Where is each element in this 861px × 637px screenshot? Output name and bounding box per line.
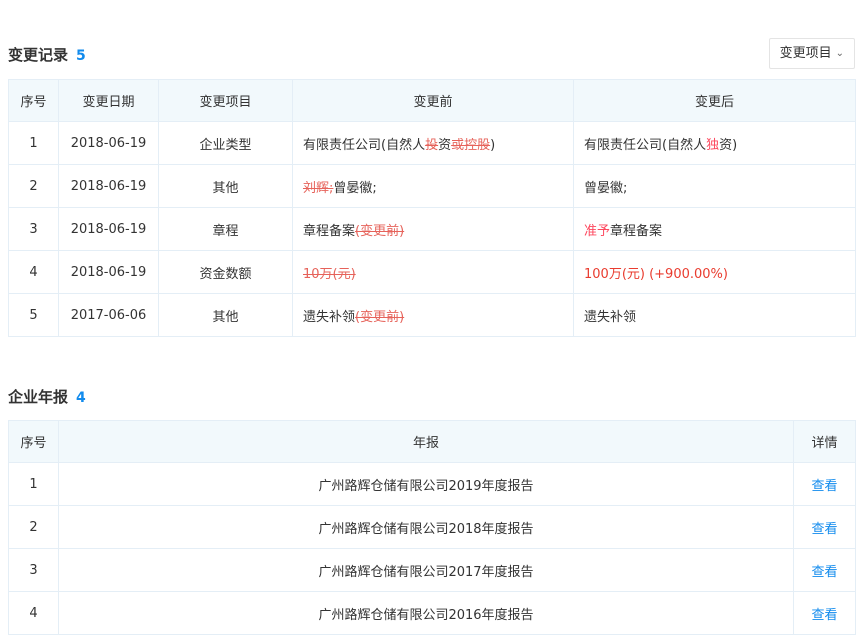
cell-item: 其他 xyxy=(158,164,293,208)
change-records-title-text: 变更记录 xyxy=(8,46,69,64)
cell-index: 1 xyxy=(8,121,59,165)
cell-before: 刘辉;曾晏徽; xyxy=(292,164,574,208)
cell-after: 遗失补领 xyxy=(573,293,856,337)
col-header-index: 序号 xyxy=(8,79,59,122)
annual-reports-title: 企业年报 4 xyxy=(8,386,86,407)
cell-report-name: 广州路辉仓储有限公司2017年度报告 xyxy=(58,548,794,592)
cell-date: 2018-06-19 xyxy=(58,207,159,251)
col-header-index: 序号 xyxy=(8,420,59,463)
plain-text: ) xyxy=(490,137,496,153)
cell-item: 章程 xyxy=(158,207,293,251)
deleted-text: (变更前) xyxy=(355,223,405,239)
cell-after: 曾晏徽; xyxy=(573,164,856,208)
cell-index: 1 xyxy=(8,462,59,506)
change-records-section: 变更记录 5 变更项目 ⌄ 序号 变更日期 变更项目 变更前 变更后 1 2018-0… xyxy=(8,38,856,337)
cell-index: 4 xyxy=(8,250,59,294)
col-header-detail: 详情 xyxy=(793,420,856,463)
change-records-header: 变更记录 5 变更项目 ⌄ xyxy=(8,38,855,72)
table-row: 4 2018-06-19 资金数额 10万(元) 100万(元) (+900.00%) xyxy=(8,250,856,294)
view-report-link[interactable]: 查看 xyxy=(811,479,837,494)
annual-reports-section: 企业年报 4 序号 年报 详情 1 广州路辉仓储有限公司2019年度报告 查看 2 广州路… xyxy=(8,380,856,635)
col-header-date: 变更日期 xyxy=(58,79,159,122)
plain-text: 有限责任公司(自然人 xyxy=(584,137,707,153)
chevron-down-icon: ⌄ xyxy=(835,48,844,59)
cell-after: 有限责任公司(自然人独资) xyxy=(573,121,856,165)
table-header-row: 序号 年报 详情 xyxy=(8,420,856,463)
view-report-link[interactable]: 查看 xyxy=(811,522,837,537)
cell-before: 章程备案(变更前) xyxy=(292,207,574,251)
cell-before: 有限责任公司(自然人投资或控股) xyxy=(292,121,574,165)
cell-after: 100万(元) (+900.00%) xyxy=(573,250,856,294)
plain-text: 曾晏徽; xyxy=(584,180,628,196)
annual-reports-table: 序号 年报 详情 1 广州路辉仓储有限公司2019年度报告 查看 2 广州路辉仓储有限公… xyxy=(8,420,856,635)
cell-index: 3 xyxy=(8,548,59,592)
table-row: 1 2018-06-19 企业类型 有限责任公司(自然人投资或控股) 有限责任公司(自然… xyxy=(8,121,856,165)
deleted-text: (变更前) xyxy=(355,309,405,325)
table-row: 2 2018-06-19 其他 刘辉;曾晏徽; 曾晏徽; xyxy=(8,164,856,208)
plain-text: 资 xyxy=(438,137,452,153)
annual-reports-title-text: 企业年报 xyxy=(8,388,69,406)
cell-before: 10万(元) xyxy=(292,250,574,294)
plain-text: 遗失补领 xyxy=(584,309,637,325)
deleted-text: 10万(元) xyxy=(303,266,356,282)
cell-index: 2 xyxy=(8,505,59,549)
cell-index: 2 xyxy=(8,164,59,208)
col-header-item: 变更项目 xyxy=(158,79,293,122)
annual-reports-header: 企业年报 4 xyxy=(8,380,855,414)
deleted-text: 投 xyxy=(425,137,439,153)
table-row: 4 广州路辉仓储有限公司2016年度报告 查看 xyxy=(8,591,856,635)
annual-reports-count: 4 xyxy=(76,390,86,406)
cell-date: 2017-06-06 xyxy=(58,293,159,337)
cell-detail: 查看 xyxy=(793,591,856,635)
plain-text: 有限责任公司(自然人 xyxy=(303,137,426,153)
col-header-before: 变更前 xyxy=(292,79,574,122)
cell-item: 资金数额 xyxy=(158,250,293,294)
cell-detail: 查看 xyxy=(793,462,856,506)
cell-date: 2018-06-19 xyxy=(58,121,159,165)
cell-date: 2018-06-19 xyxy=(58,164,159,208)
plain-text: 曾晏徽; xyxy=(333,180,377,196)
deleted-text: 刘辉; xyxy=(303,180,334,196)
table-row: 5 2017-06-06 其他 遗失补领(变更前) 遗失补领 xyxy=(8,293,856,337)
change-records-table: 序号 变更日期 变更项目 变更前 变更后 1 2018-06-19 企业类型 有限责任… xyxy=(8,79,856,337)
plain-text: 资) xyxy=(719,137,738,153)
cell-detail: 查看 xyxy=(793,548,856,592)
cell-before: 遗失补领(变更前) xyxy=(292,293,574,337)
plain-text: 章程备案 xyxy=(610,223,663,239)
cell-after: 准予章程备案 xyxy=(573,207,856,251)
deleted-text: 或控股 xyxy=(451,137,491,153)
cell-item: 其他 xyxy=(158,293,293,337)
cell-index: 5 xyxy=(8,293,59,337)
table-row: 3 广州路辉仓储有限公司2017年度报告 查看 xyxy=(8,548,856,592)
table-row: 2 广州路辉仓储有限公司2018年度报告 查看 xyxy=(8,505,856,549)
cell-report-name: 广州路辉仓储有限公司2018年度报告 xyxy=(58,505,794,549)
plain-text: 章程备案 xyxy=(303,223,356,239)
cell-index: 4 xyxy=(8,591,59,635)
view-report-link[interactable]: 查看 xyxy=(811,608,837,623)
cell-date: 2018-06-19 xyxy=(58,250,159,294)
cell-report-name: 广州路辉仓储有限公司2019年度报告 xyxy=(58,462,794,506)
change-item-filter-label: 变更项目 xyxy=(779,46,832,61)
cell-index: 3 xyxy=(8,207,59,251)
change-item-filter-dropdown[interactable]: 变更项目 ⌄ xyxy=(768,38,855,69)
plain-text: 遗失补领 xyxy=(303,309,356,325)
change-records-title: 变更记录 5 xyxy=(8,44,86,65)
added-text: 独 xyxy=(706,137,720,153)
col-header-report: 年报 xyxy=(58,420,794,463)
table-row: 1 广州路辉仓储有限公司2019年度报告 查看 xyxy=(8,462,856,506)
cell-detail: 查看 xyxy=(793,505,856,549)
table-header-row: 序号 变更日期 变更项目 变更前 变更后 xyxy=(8,79,856,122)
cell-report-name: 广州路辉仓储有限公司2016年度报告 xyxy=(58,591,794,635)
added-text: 准予 xyxy=(584,223,611,239)
view-report-link[interactable]: 查看 xyxy=(811,565,837,580)
col-header-after: 变更后 xyxy=(573,79,856,122)
cell-item: 企业类型 xyxy=(158,121,293,165)
table-row: 3 2018-06-19 章程 章程备案(变更前) 准予章程备案 xyxy=(8,207,856,251)
added-text: 100万(元) (+900.00%) xyxy=(584,266,728,282)
change-records-count: 5 xyxy=(76,48,86,64)
